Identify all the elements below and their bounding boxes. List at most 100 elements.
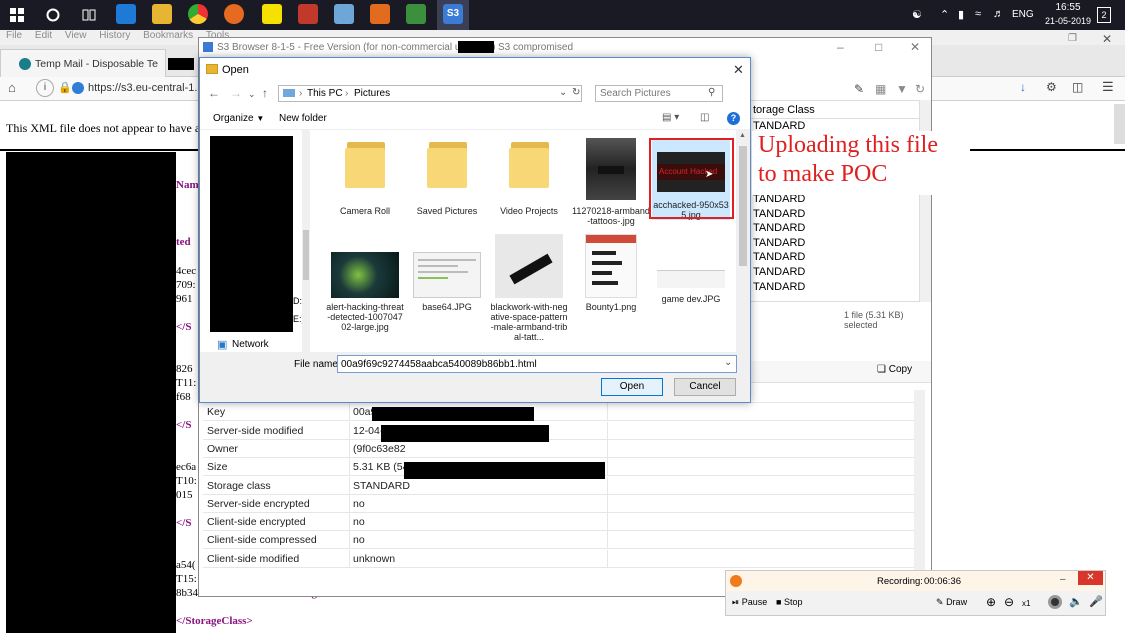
address-dropdown-icon[interactable]: ⌄: [559, 87, 567, 98]
recorder-minimize-icon[interactable]: –: [1060, 574, 1066, 585]
menu-history[interactable]: History: [99, 30, 130, 41]
search-input[interactable]: Search Pictures ⚲: [595, 85, 723, 102]
microphone-icon[interactable]: 🎤: [1089, 595, 1103, 608]
navpane-scrollbar[interactable]: [302, 130, 310, 352]
cancel-button[interactable]: Cancel: [674, 378, 736, 396]
refresh-icon[interactable]: ↻: [915, 82, 925, 96]
draw-button[interactable]: ✎ Draw: [936, 597, 967, 608]
property-row[interactable]: Client-side encrypted no: [203, 513, 915, 532]
network-item[interactable]: Network: [232, 339, 269, 350]
clock-date[interactable]: 21-05-2019: [1036, 16, 1100, 26]
up-arrow-icon[interactable]: ↑: [262, 86, 268, 100]
new-folder-button[interactable]: New folder: [279, 113, 327, 124]
people-icon[interactable]: ☯: [912, 8, 922, 21]
menu-view[interactable]: View: [65, 30, 87, 41]
task-view-icon[interactable]: [78, 4, 100, 26]
filename-dropdown-icon[interactable]: ⌄: [724, 357, 732, 368]
property-row[interactable]: Client-side compressed no: [203, 531, 915, 550]
view-options-icon[interactable]: ▤ ▾: [662, 112, 679, 123]
url-text[interactable]: https://s3.eu-central-1.a: [88, 82, 204, 94]
breadcrumb-this-pc[interactable]: This PC: [307, 88, 343, 99]
properties-scrollbar[interactable]: [914, 390, 925, 590]
network-icon[interactable]: ≈: [975, 8, 981, 20]
scroll-up-icon[interactable]: ▲: [739, 132, 747, 140]
address-refresh-icon[interactable]: ↻: [572, 87, 580, 98]
sidebar-icon[interactable]: ◫: [1072, 80, 1083, 94]
file-item-saved-pictures[interactable]: Saved Pictures: [408, 140, 486, 216]
filename-input[interactable]: 00a9f69c9274458aabca540089b86bb1.html ⌄: [337, 355, 737, 373]
property-row[interactable]: Key 00a9f: [203, 403, 915, 422]
menu-file[interactable]: File: [6, 30, 22, 41]
file-item-base64[interactable]: base64.JPG: [408, 252, 486, 312]
volume-icon[interactable]: ♬: [993, 8, 1004, 20]
zoom-out-icon[interactable]: ⊖: [1004, 595, 1014, 609]
battery-icon[interactable]: ▮: [958, 8, 964, 21]
maximize-icon[interactable]: □: [875, 40, 882, 54]
app-icon-blue[interactable]: [334, 4, 354, 24]
page-scrollbar[interactable]: [1114, 104, 1125, 144]
property-row[interactable]: Server-side encrypted no: [203, 494, 915, 513]
speaker-icon[interactable]: 🔈: [1069, 595, 1083, 608]
breadcrumb-pictures[interactable]: Pictures: [354, 88, 390, 99]
minimize-icon[interactable]: –: [837, 40, 844, 54]
clock-time[interactable]: 16:55: [1048, 2, 1088, 13]
chevron-up-icon[interactable]: ⌃: [940, 8, 949, 21]
navpane-scroll-thumb[interactable]: [303, 230, 309, 280]
home-icon[interactable]: ⌂: [8, 80, 16, 95]
file-item-blackwork[interactable]: blackwork-with-negative-space-pattern-ma…: [490, 234, 568, 342]
search-circle-icon[interactable]: [42, 4, 64, 26]
file-item-bounty1[interactable]: Bounty1.png: [572, 234, 650, 312]
chrome-icon[interactable]: [188, 4, 208, 24]
drive-label-d[interactable]: D:: [293, 296, 302, 306]
webcam-icon[interactable]: [1048, 595, 1062, 609]
extension-icon[interactable]: ⚙: [1046, 80, 1057, 94]
info-icon[interactable]: i: [36, 79, 54, 97]
tab-temp-mail[interactable]: Temp Mail - Disposable Te: [0, 49, 166, 77]
app-icon-red[interactable]: [298, 4, 318, 24]
grid-icon[interactable]: ▦: [875, 82, 886, 96]
forward-arrow-icon[interactable]: →: [230, 86, 242, 100]
menu-edit[interactable]: Edit: [35, 30, 52, 41]
language-indicator[interactable]: ENG: [1012, 9, 1034, 20]
s3-close-icon[interactable]: ✕: [910, 40, 920, 54]
dialog-close-icon[interactable]: ✕: [733, 62, 744, 78]
help-icon[interactable]: ?: [727, 112, 740, 125]
property-row[interactable]: Server-side modified12-04-2018 21:05:16: [203, 421, 915, 440]
file-list-scrollbar[interactable]: ▲: [736, 130, 750, 352]
address-bar[interactable]: › This PC › Pictures ⌄ ↻: [278, 85, 582, 102]
edit-icon[interactable]: ✎: [854, 82, 864, 96]
property-row[interactable]: Client-side modified unknown: [203, 549, 915, 568]
hamburger-menu-icon[interactable]: ☰: [1102, 79, 1114, 95]
windows-start-icon[interactable]: [6, 4, 28, 26]
file-item-video-projects[interactable]: Video Projects: [490, 140, 568, 216]
copy-button[interactable]: ❏ Copy: [877, 364, 912, 375]
firefox-icon[interactable]: [224, 4, 244, 24]
sticky-notes-icon[interactable]: [262, 4, 282, 24]
recorder-close-icon[interactable]: ✕: [1078, 571, 1103, 585]
app-icon-orange[interactable]: [370, 4, 390, 24]
pause-button[interactable]: ⏯ Pause: [732, 597, 767, 608]
organize-button[interactable]: Organize ▼: [213, 113, 264, 124]
browser-close-icon[interactable]: ✕: [1102, 32, 1112, 46]
action-center-icon[interactable]: 2: [1097, 7, 1111, 23]
app-icon-green[interactable]: [406, 4, 426, 24]
recent-dropdown-icon[interactable]: ⌄: [248, 89, 256, 100]
restore-icon[interactable]: ❐: [1068, 33, 1077, 44]
preview-pane-icon[interactable]: ◫: [700, 112, 709, 123]
stop-button[interactable]: ■ Stop: [776, 597, 802, 607]
property-row[interactable]: Owner (9f0c63e82: [203, 439, 915, 458]
file-item-camera-roll[interactable]: Camera Roll: [326, 140, 404, 216]
filter-icon[interactable]: ▼: [896, 82, 908, 96]
file-item-alert-hacking[interactable]: alert-hacking-threat-detected-100704702-…: [326, 252, 404, 332]
open-button[interactable]: Open: [601, 378, 663, 396]
zoom-in-icon[interactable]: ⊕: [986, 595, 996, 609]
storage-class-header[interactable]: torage Class: [751, 101, 921, 119]
edge-icon[interactable]: [116, 4, 136, 24]
file-item-armband-tattoos[interactable]: 11270218-armband-tattoos-.jpg: [572, 138, 650, 226]
menu-bookmarks[interactable]: Bookmarks: [143, 30, 193, 41]
file-explorer-icon[interactable]: [152, 4, 172, 24]
back-arrow-icon[interactable]: ←: [208, 86, 220, 100]
file-list-scroll-thumb[interactable]: [739, 146, 747, 266]
property-row[interactable]: Storage class STANDARD: [203, 476, 915, 495]
s3-browser-taskbar-button[interactable]: S3: [443, 4, 463, 24]
